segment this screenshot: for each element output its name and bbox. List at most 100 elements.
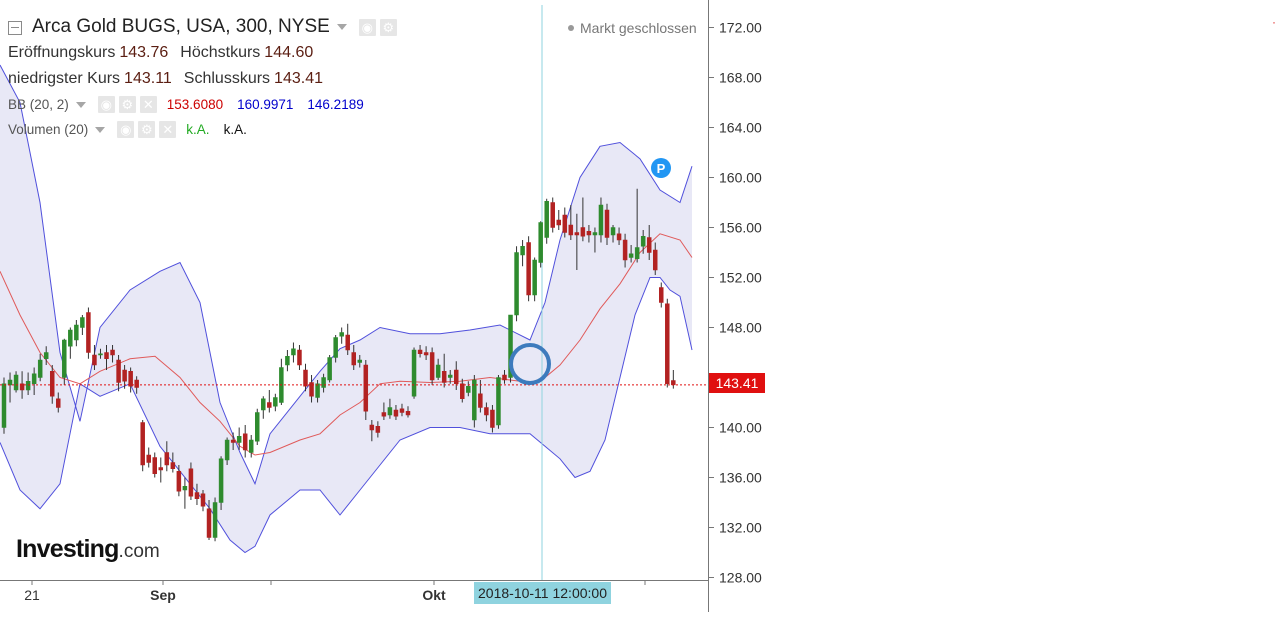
eye-icon[interactable]: ◉ (358, 18, 376, 36)
bb-basis-value: 146.2189 (307, 97, 364, 112)
y-tick-label: 164.00 (719, 120, 762, 136)
candle[interactable] (140, 420, 145, 472)
x-tick-label: Okt (422, 587, 446, 603)
candle-body (604, 209, 610, 238)
candle-body (387, 407, 393, 416)
y-tick-label: 136.00 (719, 470, 762, 486)
candle-body (158, 467, 164, 471)
candle[interactable] (218, 456, 224, 510)
y-tick-label: 168.00 (719, 70, 762, 86)
candle-body (646, 237, 652, 253)
candle[interactable] (472, 375, 477, 428)
candle-body (242, 433, 248, 451)
candle[interactable] (1, 377, 7, 434)
chevron-down-icon[interactable] (95, 126, 106, 133)
candle[interactable] (86, 307, 91, 359)
candle[interactable] (327, 355, 332, 383)
candle-body (466, 386, 471, 393)
candle[interactable] (550, 197, 555, 233)
candle-body (68, 329, 73, 347)
collapse-icon[interactable] (8, 21, 22, 35)
volume-value-1: k.A. (186, 122, 210, 137)
candle-body (357, 359, 363, 363)
candle[interactable] (429, 347, 435, 386)
candle-body (291, 348, 296, 356)
candle-body (592, 232, 598, 236)
close-icon[interactable]: ✕ (139, 96, 157, 113)
last-price-tag: 143.41 (709, 373, 765, 393)
chart-area[interactable]: P 172.00 168.00 164.00 160.00 156.00 152.00 14… (0, 0, 766, 612)
candle[interactable] (255, 408, 260, 445)
candle-body (520, 246, 525, 256)
candle-body (411, 349, 417, 397)
candle-body (634, 247, 640, 259)
candle-body (7, 379, 13, 386)
candle-body (1, 383, 7, 428)
low-value: 143.11 (124, 70, 172, 87)
gear-icon[interactable]: ⚙ (379, 18, 397, 36)
candle[interactable] (411, 347, 417, 399)
candle-body (363, 364, 369, 412)
candle[interactable] (532, 257, 537, 302)
ohlc-row-1: Eröffnungskurs 143.76 Höchstkurs 144.60 (8, 40, 397, 66)
candle[interactable] (544, 198, 549, 244)
candle-body (514, 252, 519, 316)
candle-body (194, 492, 200, 499)
candle-body (423, 352, 429, 356)
candle-body (610, 227, 616, 236)
candle-body (586, 231, 592, 236)
candle-body (56, 398, 61, 408)
candle-body (538, 222, 543, 263)
candle-body (562, 214, 568, 233)
candle-body (74, 324, 79, 341)
candle-body (224, 439, 230, 461)
y-tick-label: 160.00 (719, 170, 762, 186)
candle-body (345, 334, 350, 351)
eye-icon[interactable]: ◉ (117, 121, 135, 138)
candle-body (200, 493, 206, 507)
candle-body (267, 402, 272, 408)
candle[interactable] (496, 375, 501, 429)
candle-body (393, 409, 399, 417)
candle-body (134, 379, 139, 388)
y-tick-label: 140.00 (719, 420, 762, 436)
candle-body (478, 393, 483, 408)
low-label: niedrigster Kurs (8, 70, 121, 87)
logo-brand: Investing (16, 535, 119, 563)
gear-icon[interactable]: ⚙ (138, 121, 156, 138)
event-marker[interactable]: P (651, 158, 671, 178)
candle-body (435, 364, 441, 378)
y-tick-label: 172.00 (719, 20, 762, 36)
bb-label[interactable]: BB (20, 2) (8, 97, 69, 112)
candle[interactable] (514, 246, 519, 322)
candle-body (128, 371, 133, 387)
candle[interactable] (526, 236, 531, 302)
candle-body (212, 502, 218, 538)
investing-logo: Investing.com (16, 535, 160, 564)
candle-body (454, 369, 459, 384)
candle[interactable] (538, 221, 543, 268)
chevron-down-icon[interactable] (336, 24, 347, 30)
symbol-title[interactable]: Arca Gold BUGS, USA, 300, NYSE (32, 16, 330, 38)
gear-icon[interactable]: ⚙ (118, 96, 136, 113)
candle-body (152, 457, 157, 474)
candle-body (447, 374, 453, 378)
chevron-down-icon[interactable] (75, 101, 86, 108)
candle-body (37, 359, 43, 378)
volume-label[interactable]: Volumen (20) (8, 122, 88, 137)
candle-body (490, 409, 495, 428)
symbol-row: Arca Gold BUGS, USA, 300, NYSE ◉ ⚙ (8, 14, 397, 40)
candle[interactable] (665, 298, 670, 388)
candle-body (598, 204, 604, 236)
candle-body (49, 371, 55, 397)
candle-body (140, 422, 145, 466)
candle-body (640, 236, 646, 247)
candle[interactable] (212, 497, 218, 542)
close-icon[interactable]: ✕ (159, 121, 177, 138)
x-tick-label: Sep (150, 587, 176, 603)
eye-icon[interactable]: ◉ (97, 96, 115, 113)
volume-value-2: k.A. (223, 122, 247, 137)
candle-body (297, 349, 302, 366)
candle[interactable] (363, 360, 369, 420)
y-tick-label: 152.00 (719, 270, 762, 286)
